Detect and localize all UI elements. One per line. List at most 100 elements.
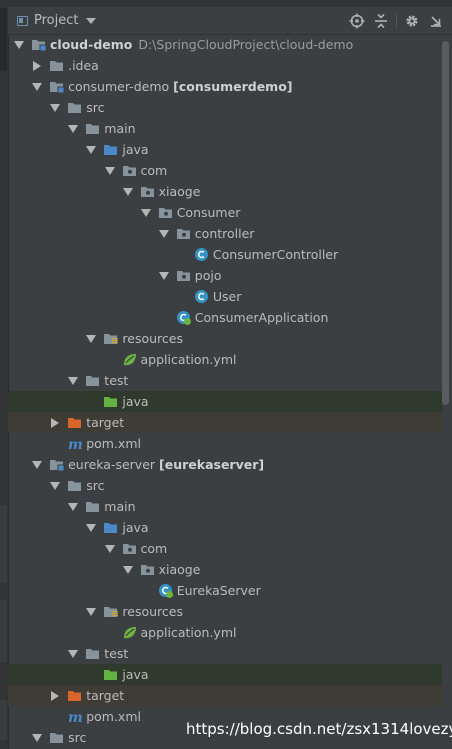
tree-item-name: xiaoge (158, 562, 201, 577)
tree-item-name: xiaoge (158, 184, 201, 199)
tree-row[interactable]: m pom.xml (8, 433, 442, 454)
tree-row[interactable]: java (8, 391, 442, 412)
tree-row[interactable]: main (8, 496, 442, 517)
tree-item-name: cloud-demo (50, 37, 133, 52)
tree-row[interactable]: Consumer (8, 202, 442, 223)
expanded-arrow-icon[interactable] (50, 104, 61, 112)
tree-item-label: EurekaServer (177, 582, 261, 599)
expanded-arrow-icon[interactable] (86, 146, 97, 154)
collapsed-arrow-icon[interactable] (33, 61, 42, 71)
tree-item-label: ConsumerController (213, 246, 338, 263)
project-tool-tab[interactable] (0, 8, 7, 70)
source-folder-icon (104, 523, 118, 533)
tree-row[interactable]: target (8, 685, 442, 706)
tree-item-name: test (104, 373, 129, 388)
scrollbar-thumb[interactable] (442, 41, 449, 405)
expanded-arrow-icon[interactable] (32, 734, 43, 742)
crosshair-icon (349, 13, 365, 29)
collapse-all-button[interactable] (369, 11, 393, 31)
tree-row[interactable]: eureka-server [eurekaserver] (8, 454, 442, 475)
tree-item-label: application.yml (141, 624, 237, 641)
expanded-arrow-icon[interactable] (32, 461, 43, 469)
tree-row[interactable]: resources (8, 328, 442, 349)
module-icon (50, 82, 65, 94)
tree-row[interactable]: xiaoge (8, 559, 442, 580)
tree-row[interactable]: cloud-demo D:\SpringCloudProject\cloud-de… (8, 34, 442, 55)
tree-item-name: java (122, 394, 149, 409)
hide-panel-button[interactable] (424, 11, 448, 31)
expanded-arrow-icon[interactable] (104, 545, 115, 553)
tree-row[interactable]: test (8, 370, 442, 391)
tree-item-name: Consumer (176, 205, 241, 220)
tree-row[interactable]: java (8, 517, 442, 538)
tree-row[interactable]: ConsumerController (8, 244, 442, 265)
tree-item-name: application.yml (140, 625, 237, 640)
expanded-arrow-icon[interactable] (50, 482, 61, 490)
expanded-arrow-icon[interactable] (140, 209, 151, 217)
tree-row[interactable]: java (8, 139, 442, 160)
tree-row[interactable]: .idea (8, 55, 442, 76)
minimize-icon (431, 16, 441, 27)
tree-item-label: pom.xml (86, 708, 141, 725)
tree-item-label: xiaoge (159, 561, 201, 578)
tree-item-name: target (86, 688, 125, 703)
view-selector[interactable]: Project (17, 13, 97, 28)
tree-item-label: User (213, 288, 242, 305)
tree-row[interactable]: ConsumerApplication (8, 307, 442, 328)
tree-row[interactable]: test (8, 643, 442, 664)
expanded-arrow-icon[interactable] (158, 272, 169, 280)
web-tool-tab[interactable] (0, 700, 7, 740)
settings-button[interactable] (400, 11, 424, 31)
view-title: Project (34, 13, 79, 28)
tree-row[interactable]: resources (8, 601, 442, 622)
folder-icon (68, 481, 82, 491)
spring-config-icon (123, 354, 136, 366)
expanded-arrow-icon[interactable] (14, 41, 24, 49)
tree-row[interactable]: com (8, 538, 442, 559)
locate-button[interactable] (345, 11, 369, 31)
tree-item-name: src (86, 100, 105, 115)
folder-icon (50, 733, 64, 743)
tree-row[interactable]: main (8, 118, 442, 139)
expanded-arrow-icon[interactable] (68, 650, 79, 658)
tree-row[interactable]: src (8, 475, 442, 496)
spring-config-icon (123, 627, 136, 639)
folder-icon (86, 649, 100, 659)
vertical-scrollbar[interactable] (442, 34, 450, 749)
tree-item-name: com (140, 541, 168, 556)
expanded-arrow-icon[interactable] (32, 83, 43, 91)
expanded-arrow-icon[interactable] (158, 230, 169, 238)
tree-row[interactable]: application.yml (8, 349, 442, 370)
tree-item-label: Consumer (177, 204, 241, 221)
expanded-arrow-icon[interactable] (104, 167, 115, 175)
tree-row[interactable]: application.yml (8, 622, 442, 643)
structure-tool-tab[interactable] (0, 505, 7, 583)
tree-row[interactable]: src (8, 97, 442, 118)
tree-row[interactable]: com (8, 160, 442, 181)
tree-item-name: java (122, 520, 149, 535)
tree-row[interactable]: EurekaServer (8, 580, 442, 601)
expanded-arrow-icon[interactable] (86, 335, 97, 343)
package-icon (122, 166, 136, 176)
favorites-tool-tab[interactable] (0, 600, 7, 662)
tree-row[interactable]: User (8, 286, 442, 307)
expanded-arrow-icon[interactable] (86, 608, 97, 616)
tree-row[interactable]: pojo (8, 265, 442, 286)
expanded-arrow-icon[interactable] (122, 188, 133, 196)
tree-row[interactable]: xiaoge (8, 181, 442, 202)
excluded-folder-icon (68, 418, 82, 428)
expanded-arrow-icon[interactable] (68, 377, 79, 385)
class-icon (194, 290, 208, 303)
tree-item-label: com (141, 162, 168, 179)
expanded-arrow-icon[interactable] (86, 524, 97, 532)
tree-row[interactable]: target (8, 412, 442, 433)
tree-row[interactable]: consumer-demo [consumerdemo] (8, 76, 442, 97)
tree-row[interactable]: java (8, 664, 442, 685)
expanded-arrow-icon[interactable] (122, 566, 133, 574)
collapsed-arrow-icon[interactable] (51, 418, 60, 428)
module-icon (50, 460, 65, 472)
expanded-arrow-icon[interactable] (68, 125, 79, 133)
tree-row[interactable]: controller (8, 223, 442, 244)
expanded-arrow-icon[interactable] (68, 503, 79, 511)
collapsed-arrow-icon[interactable] (51, 691, 60, 701)
